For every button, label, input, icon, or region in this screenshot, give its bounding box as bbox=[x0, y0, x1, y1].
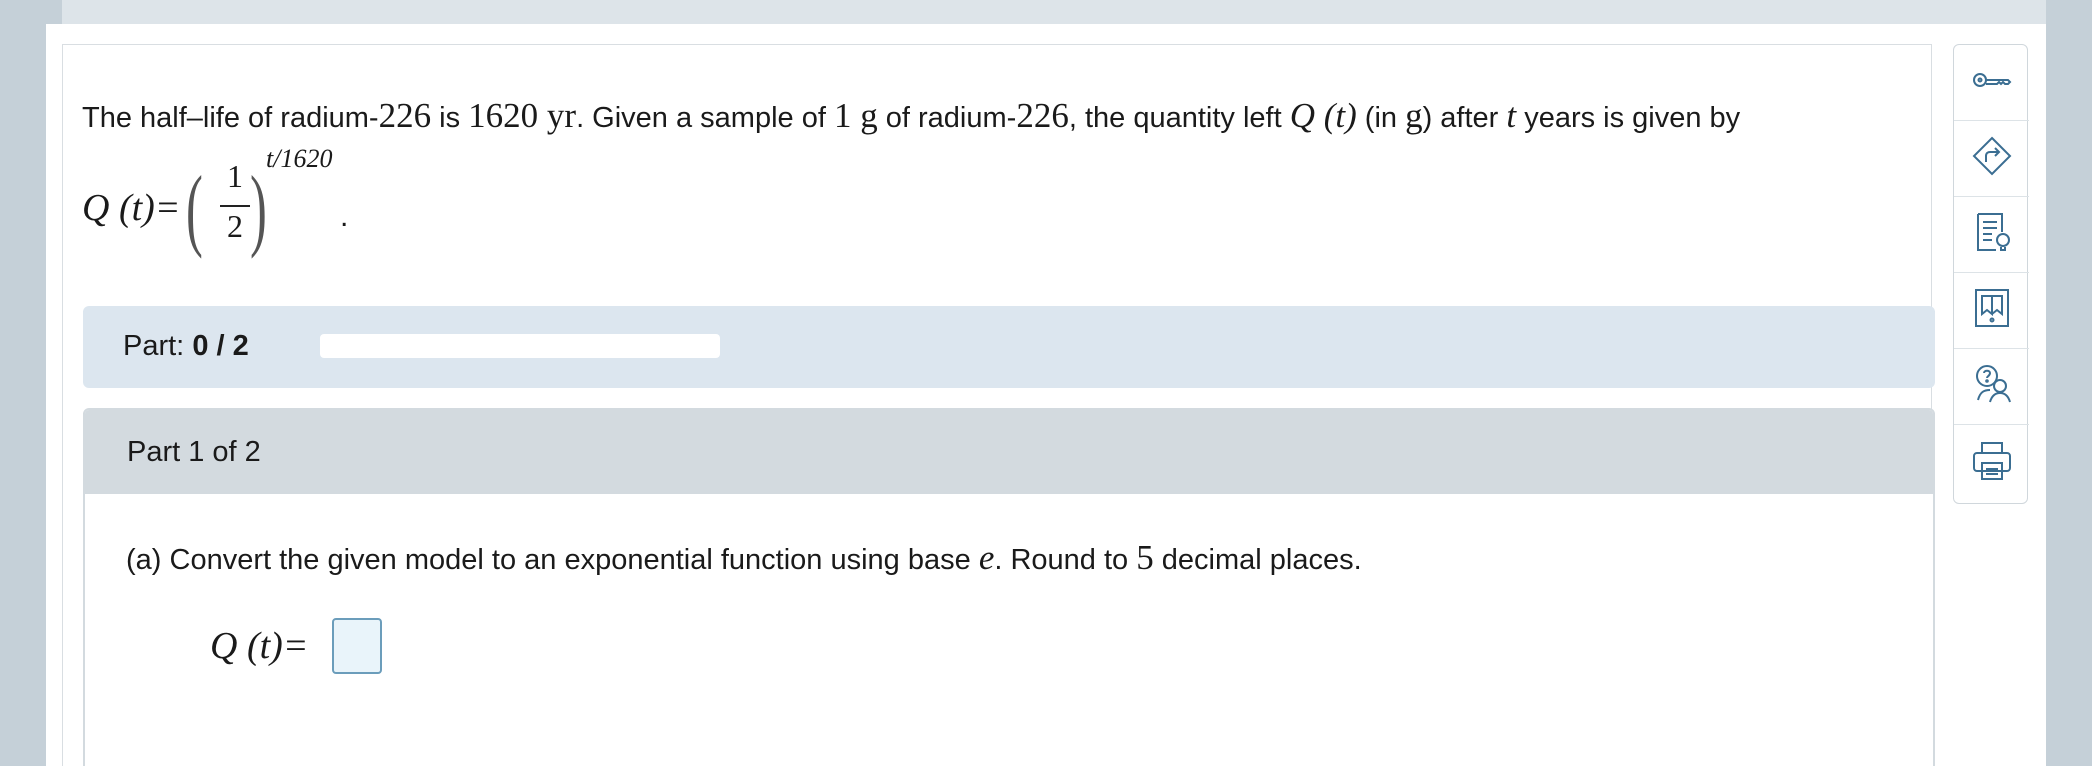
key-button[interactable] bbox=[1954, 45, 2029, 121]
problem-statement: The half–life of radium-226 is 1620 yr. … bbox=[82, 96, 1942, 138]
problem-unit: g bbox=[851, 96, 878, 135]
problem-text: , the quantity left bbox=[1068, 102, 1290, 134]
answer-input[interactable] bbox=[332, 618, 382, 674]
ebook-button[interactable] bbox=[1954, 273, 2029, 349]
top-strip bbox=[62, 0, 2047, 24]
explanation-icon bbox=[1970, 210, 2014, 259]
directions-button[interactable] bbox=[1954, 121, 2029, 197]
question-part: decimal places. bbox=[1153, 544, 1362, 576]
problem-number: 226 bbox=[1016, 96, 1069, 135]
left-gutter bbox=[0, 0, 46, 766]
question-number: 5 bbox=[1136, 538, 1154, 577]
tools-sidebar bbox=[1953, 44, 2029, 504]
formula-numerator: 1 bbox=[227, 158, 243, 194]
problem-unit: g bbox=[1405, 96, 1423, 135]
progress-track bbox=[320, 334, 720, 358]
formula-denominator: 2 bbox=[227, 208, 243, 244]
problem-text: years is given by bbox=[1516, 102, 1741, 134]
question-base: e bbox=[978, 538, 995, 577]
ask-help-icon bbox=[1970, 362, 2014, 411]
formula-right-paren: ) bbox=[250, 157, 267, 259]
formula-lhs: Q (t)= bbox=[82, 187, 181, 229]
problem-text: (in bbox=[1356, 102, 1406, 134]
formula-fraction-bar bbox=[220, 205, 250, 207]
answer-label: Q (t)= bbox=[210, 625, 309, 667]
formula-exponent: t/1620 bbox=[266, 144, 333, 173]
problem-text: ) after bbox=[1422, 102, 1507, 134]
formula-period: . bbox=[340, 200, 349, 233]
key-icon bbox=[1970, 58, 2014, 107]
problem-variable: t bbox=[1506, 96, 1517, 135]
part-label: Part: 0 / 2 bbox=[123, 330, 249, 363]
part-progress-bar: Part: 0 / 2 bbox=[83, 306, 1935, 388]
problem-number: 1620 bbox=[468, 96, 539, 135]
problem-unit: yr bbox=[538, 96, 577, 135]
problem-number: 226 bbox=[378, 96, 432, 135]
problem-function: Q (t) bbox=[1289, 96, 1357, 135]
problem-text: is bbox=[431, 102, 469, 134]
question-text: (a) Convert the given model to an expone… bbox=[126, 538, 1362, 580]
part-count: 0 / 2 bbox=[192, 330, 249, 362]
formula: Q (t)= ( 1 2 ) t/1620 . bbox=[82, 144, 402, 260]
print-button[interactable] bbox=[1954, 425, 2029, 501]
ebook-icon bbox=[1970, 286, 2014, 335]
print-icon bbox=[1970, 439, 2014, 488]
problem-text: The half–life of radium- bbox=[82, 102, 379, 134]
problem-text: of radium- bbox=[877, 102, 1017, 134]
question-part: . Round to bbox=[994, 544, 1137, 576]
ask-help-button[interactable] bbox=[1954, 349, 2029, 425]
problem-text: . Given a sample of bbox=[576, 102, 834, 134]
right-gutter bbox=[2046, 0, 2092, 766]
problem-number: 1 bbox=[833, 96, 852, 135]
formula-left-paren: ( bbox=[186, 157, 203, 259]
part-section-header: Part 1 of 2 bbox=[85, 410, 1933, 494]
part-section-title: Part 1 of 2 bbox=[127, 436, 261, 468]
part-section: Part 1 of 2 bbox=[83, 408, 1935, 766]
explanation-button[interactable] bbox=[1954, 197, 2029, 273]
part-label-text: Part: bbox=[123, 330, 185, 362]
directions-icon bbox=[1970, 134, 2014, 183]
question-part: (a) Convert the given model to an expone… bbox=[126, 544, 979, 576]
answer-row: Q (t)= bbox=[210, 616, 410, 676]
